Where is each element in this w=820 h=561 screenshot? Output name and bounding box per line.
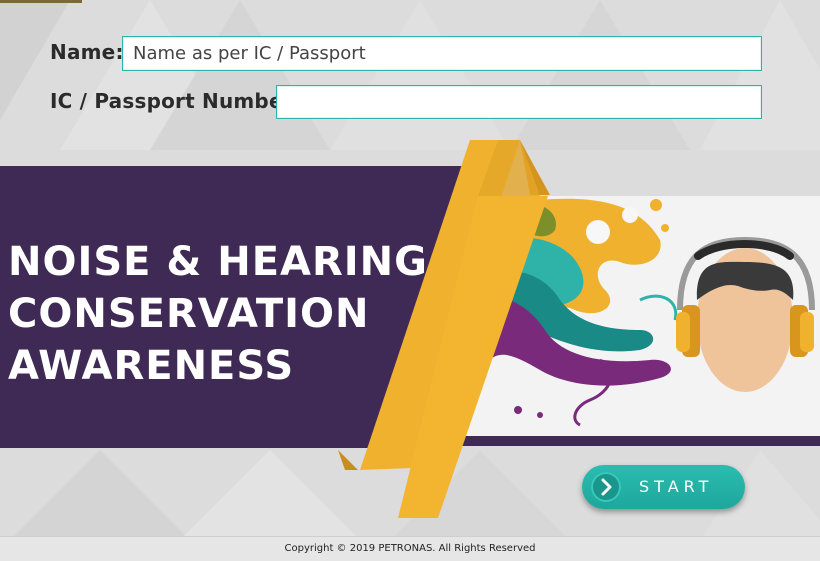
chevron-right-icon [591, 472, 621, 502]
start-button-label: START [639, 477, 714, 496]
course-title: NOISE & HEARING CONSERVATION AWARENESS [8, 236, 428, 392]
copyright-text: Copyright © 2019 PETRONAS. All Rights Re… [284, 543, 536, 554]
footer: Copyright © 2019 PETRONAS. All Rights Re… [0, 536, 820, 561]
title-line-1: NOISE & HEARING [8, 239, 428, 285]
title-line-3: AWARENESS [8, 343, 295, 389]
start-button[interactable]: START [582, 465, 745, 509]
title-line-2: CONSERVATION [8, 291, 370, 337]
splash-screen: Name: IC / Passport Number: [0, 0, 820, 561]
